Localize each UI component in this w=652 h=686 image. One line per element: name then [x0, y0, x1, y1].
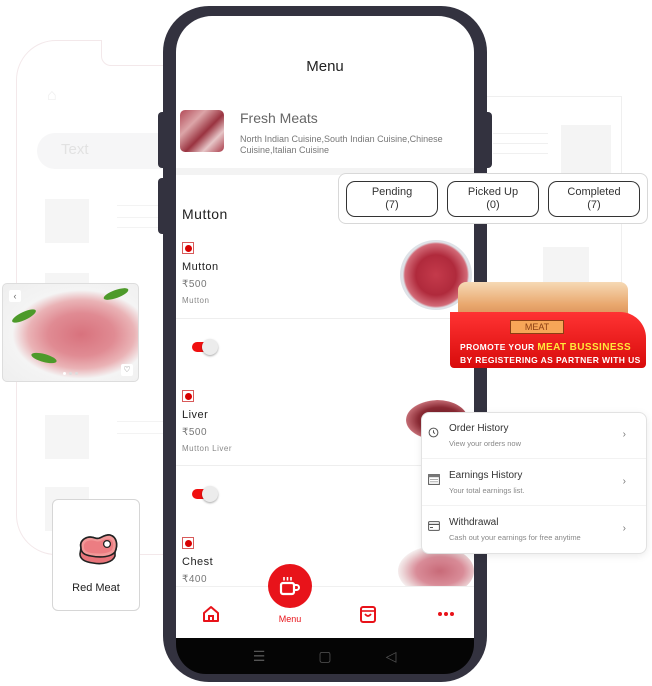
category-card-red-meat[interactable]: Red Meat — [52, 499, 140, 611]
home-button-icon[interactable]: ▢ — [315, 648, 335, 665]
wireframe-block — [45, 199, 89, 243]
item-divider — [176, 318, 474, 319]
recent-apps-icon[interactable]: ☰ — [249, 648, 269, 665]
wireframe-block — [45, 415, 89, 459]
picked-up-orders-button[interactable]: Picked Up (0) — [447, 180, 539, 217]
home-icon: ⌂ — [47, 87, 57, 104]
back-icon[interactable]: ◁ — [381, 648, 401, 665]
clock-icon — [428, 427, 440, 439]
status-count: (7) — [385, 198, 399, 211]
phone-side-button — [482, 112, 492, 168]
leaf-garnish — [102, 285, 130, 303]
status-label: Completed — [567, 185, 621, 198]
order-history-option[interactable]: Order History View your orders now › — [422, 413, 646, 459]
availability-toggle[interactable] — [192, 486, 218, 502]
wireframe-block — [561, 125, 611, 175]
status-label: Pending — [371, 185, 413, 198]
store-cuisines: North Indian Cuisine,South Indian Cuisin… — [240, 134, 443, 155]
option-subtitle: Your total earnings list. — [449, 486, 525, 495]
promo-subline: BY REGISTERING AS PARTNER WITH US — [460, 355, 641, 365]
food-type-icon — [182, 242, 194, 254]
chevron-left-icon[interactable]: ‹ — [9, 290, 21, 302]
option-title: Earnings History — [449, 470, 523, 481]
chevron-right-icon: › — [622, 429, 626, 440]
food-type-icon — [182, 390, 194, 402]
store-header[interactable]: Fresh Meats North Indian Cuisine,South I… — [180, 104, 470, 164]
more-tab[interactable] — [431, 602, 461, 626]
wireframe-line — [493, 143, 548, 144]
wireframe-line — [493, 133, 548, 134]
home-icon — [203, 606, 219, 622]
status-count: (0) — [486, 198, 500, 211]
account-options-card: Order History View your orders now › Ear… — [421, 412, 647, 554]
store-name: Fresh Meats — [240, 110, 318, 126]
status-label: Picked Up — [467, 185, 519, 198]
menu-tab-label[interactable]: Menu — [272, 614, 308, 624]
phone-frame: Menu Fresh Meats North Indian Cuisine,So… — [158, 6, 492, 682]
category-title: Mutton — [182, 206, 228, 222]
status-count: (7) — [587, 198, 601, 211]
promo-banner[interactable]: MEAT PROMOTE YOUR MEAT BUSSINESS BY REGI… — [450, 282, 646, 368]
option-subtitle: Cash out your earnings for free anytime — [449, 533, 581, 542]
phone-side-button — [158, 178, 168, 234]
steak-icon — [79, 534, 118, 565]
availability-toggle[interactable] — [192, 339, 218, 355]
promo-headline: PROMOTE YOUR MEAT BUSSINESS — [460, 342, 632, 353]
card-icon — [428, 521, 440, 533]
menu-tab-button[interactable] — [268, 564, 312, 608]
order-status-card: Pending (7) Picked Up (0) Completed (7) — [338, 173, 648, 224]
food-type-icon — [182, 537, 194, 549]
coffee-cup-icon — [279, 577, 300, 596]
heart-icon[interactable]: ♡ — [121, 364, 133, 376]
more-dots-icon — [438, 612, 454, 616]
product-photo-card[interactable]: ‹ ♡ — [2, 283, 139, 382]
home-tab[interactable] — [196, 602, 226, 626]
carousel-dots — [63, 372, 78, 375]
earnings-history-option[interactable]: Earnings History Your total earnings lis… — [422, 460, 646, 506]
option-title: Withdrawal — [449, 517, 499, 528]
completed-orders-button[interactable]: Completed (7) — [548, 180, 640, 217]
wireframe-line — [493, 153, 548, 154]
chevron-right-icon: › — [622, 476, 626, 487]
shopping-bag-icon — [360, 606, 376, 623]
category-label: Red Meat — [72, 582, 120, 594]
system-navigation-bar: ☰ ▢ ◁ — [176, 638, 474, 674]
option-subtitle: View your orders now — [449, 439, 521, 448]
leaf-garnish — [10, 306, 38, 326]
pending-orders-button[interactable]: Pending (7) — [346, 180, 438, 217]
calendar-icon — [428, 474, 440, 486]
option-title: Order History — [449, 423, 509, 434]
meat-sign: MEAT — [510, 320, 564, 334]
chevron-right-icon: › — [622, 523, 626, 534]
page-title: Menu — [306, 58, 344, 75]
orders-tab[interactable] — [353, 602, 383, 626]
leaf-garnish — [30, 350, 58, 366]
store-thumbnail — [180, 110, 224, 152]
withdrawal-option[interactable]: Withdrawal Cash out your earnings for fr… — [422, 507, 646, 553]
phone-side-button — [158, 112, 168, 168]
